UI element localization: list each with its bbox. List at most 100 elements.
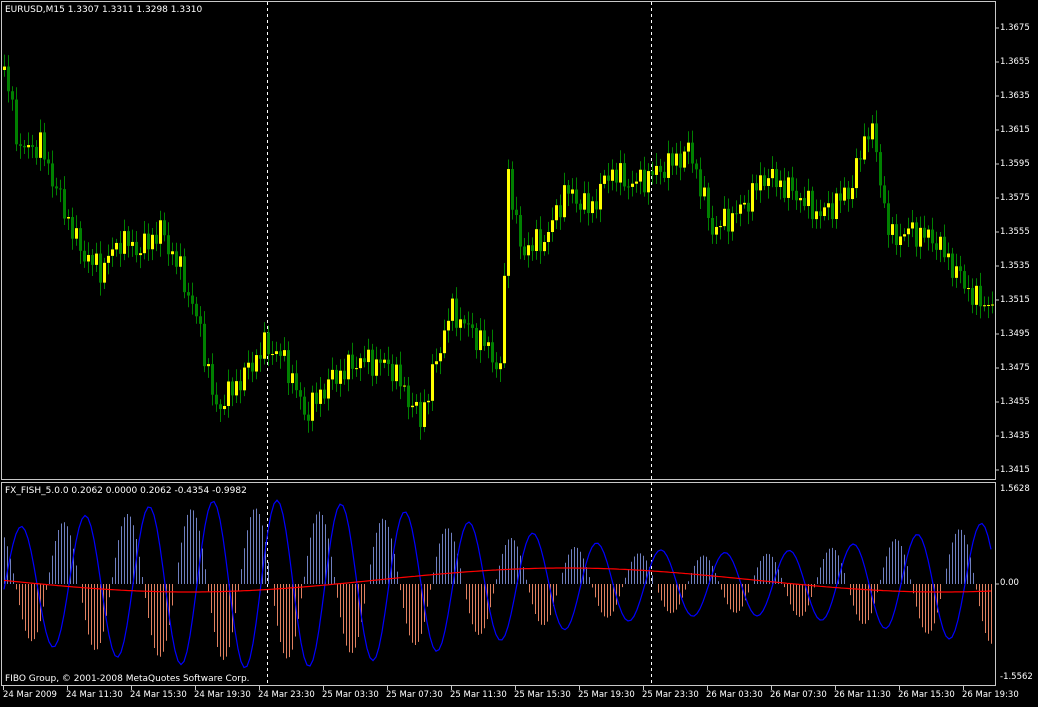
candle-body — [851, 188, 854, 200]
candle-body — [827, 203, 830, 208]
price-axis-label: 1.3635 — [1000, 91, 1030, 101]
candle-body — [643, 169, 646, 193]
candle-body — [731, 213, 734, 232]
time-axis-label: 25 Mar 11:30 — [450, 690, 507, 700]
candle-body — [263, 332, 266, 359]
candle-body — [259, 355, 262, 359]
candlestick-series — [3, 54, 994, 440]
candle-body — [151, 234, 154, 250]
time-axis-label: 24 Mar 19:30 — [194, 690, 251, 700]
candle-body — [155, 234, 158, 244]
candle-body — [419, 401, 422, 427]
candle-body — [743, 202, 746, 205]
candle-body — [243, 367, 246, 391]
candle-body — [515, 209, 518, 216]
candle-body — [499, 363, 502, 370]
candle-body — [219, 404, 222, 410]
candle-body — [631, 183, 634, 187]
candle-body — [7, 66, 10, 92]
candle-body — [115, 242, 118, 250]
candle-body — [779, 180, 782, 188]
candle-body — [767, 178, 770, 186]
candle-body — [871, 123, 874, 140]
candle-body — [975, 285, 978, 305]
chart-canvas[interactable] — [0, 0, 1038, 707]
candle-body — [495, 362, 498, 370]
candle-body — [27, 145, 30, 148]
price-axis-label: 1.3575 — [1000, 193, 1030, 203]
candle-body — [327, 379, 330, 399]
candle-body — [823, 207, 826, 217]
candle-body — [595, 201, 598, 210]
candle-body — [247, 362, 250, 368]
candle-body — [527, 245, 530, 256]
candle-body — [763, 175, 766, 186]
candle-body — [587, 193, 590, 214]
price-axis-label: 1.3675 — [1000, 23, 1030, 33]
candle-body — [583, 193, 586, 210]
candle-body — [427, 400, 430, 403]
time-axis-label: 26 Mar 15:30 — [898, 690, 955, 700]
candle-body — [83, 250, 86, 262]
candle-body — [375, 359, 378, 376]
candle-body — [967, 288, 970, 290]
candle-body — [679, 153, 682, 168]
price-axis-label: 1.3415 — [1000, 465, 1030, 475]
candle-body — [491, 342, 494, 363]
candle-body — [699, 169, 702, 197]
candle-body — [755, 183, 758, 191]
candle-body — [563, 185, 566, 218]
candle-body — [111, 249, 114, 256]
candle-body — [399, 364, 402, 387]
candle-body — [687, 142, 690, 152]
candle-body — [367, 349, 370, 363]
candle-body — [903, 234, 906, 237]
candle-body — [551, 220, 554, 233]
candle-body — [739, 204, 742, 214]
time-axis-label: 24 Mar 15:30 — [130, 690, 187, 700]
candle-body — [267, 332, 270, 355]
candle-body — [899, 236, 902, 246]
candle-body — [867, 136, 870, 140]
candle-body — [887, 203, 890, 235]
candle-body — [635, 181, 638, 184]
candle-body — [467, 323, 470, 325]
candle-body — [695, 163, 698, 170]
candle-body — [123, 231, 126, 254]
candle-body — [555, 205, 558, 221]
candle-body — [403, 385, 406, 387]
candle-body — [459, 319, 462, 328]
candle-body — [63, 189, 66, 219]
candle-body — [119, 242, 122, 254]
candle-body — [479, 330, 482, 351]
candle-body — [363, 358, 366, 363]
candle-body — [963, 271, 966, 289]
candle-body — [951, 253, 954, 278]
candle-body — [443, 330, 446, 354]
candle-body — [99, 253, 102, 283]
candle-body — [519, 215, 522, 247]
time-axis-label: 26 Mar 03:30 — [706, 690, 763, 700]
candle-body — [15, 99, 18, 145]
candle-body — [179, 256, 182, 267]
candle-body — [799, 198, 802, 201]
candle-body — [135, 241, 138, 256]
candle-body — [47, 159, 50, 164]
indicator-axis-label: -1.5562 — [1000, 672, 1033, 682]
candle-body — [323, 389, 326, 399]
candle-body — [455, 298, 458, 328]
candle-body — [719, 226, 722, 228]
candle-body — [251, 362, 254, 372]
candle-body — [311, 392, 314, 421]
candle-body — [231, 381, 234, 396]
candle-body — [819, 211, 822, 217]
candle-body — [579, 203, 582, 210]
candle-body — [291, 373, 294, 384]
candle-body — [567, 185, 570, 194]
candle-body — [803, 198, 806, 207]
candle-body — [843, 187, 846, 201]
time-axis-label: 26 Mar 07:30 — [770, 690, 827, 700]
candle-body — [391, 363, 394, 382]
candle-body — [543, 242, 546, 252]
candle-body — [875, 123, 878, 153]
